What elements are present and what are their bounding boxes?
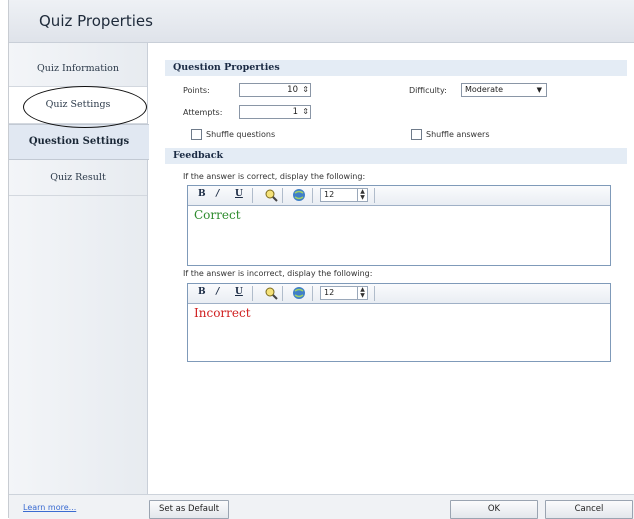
points-label: Points:	[183, 86, 210, 95]
italic-button[interactable]: /	[216, 189, 219, 199]
font-size-stepper[interactable]: 12 ▲ ▼	[320, 188, 368, 202]
window-title: Quiz Properties	[39, 12, 153, 30]
feedback-header: Feedback	[165, 148, 627, 164]
difficulty-value: Moderate	[465, 85, 504, 94]
editor-toolbar: B / U 12 ▲ ▼	[188, 186, 610, 206]
ok-button[interactable]: OK	[450, 500, 538, 519]
shuffle-answers-checkbox[interactable]	[411, 129, 422, 140]
bold-button[interactable]: B	[198, 287, 206, 297]
incorrect-prompt: If the answer is incorrect, display the …	[183, 269, 373, 278]
dialog-footer: Learn more... Set as Default OK Cancel	[9, 494, 634, 519]
incorrect-feedback-text[interactable]: Incorrect	[188, 304, 610, 322]
correct-feedback-text[interactable]: Correct	[188, 206, 610, 224]
italic-button[interactable]: /	[216, 287, 219, 297]
font-size-value: 12	[324, 288, 335, 297]
spin-arrows-icon[interactable]: ▲ ▼	[357, 189, 367, 201]
difficulty-label: Difficulty:	[409, 86, 447, 95]
title-bar: Quiz Properties	[9, 0, 634, 43]
toolbar-separator	[282, 188, 283, 203]
bold-button[interactable]: B	[198, 189, 206, 199]
spin-arrows-icon[interactable]: ▲ ▼	[357, 287, 367, 299]
highlight-ellipse	[23, 86, 147, 128]
shuffle-questions-label: Shuffle questions	[206, 130, 276, 139]
sidebar-item-question-settings[interactable]: Question Settings	[9, 124, 149, 160]
attempts-label: Attempts:	[183, 108, 223, 117]
points-value: 10	[287, 85, 298, 95]
question-settings-panel: Question Properties Points: 10 ⇕ Attempt…	[155, 50, 631, 490]
question-properties-header: Question Properties	[165, 60, 627, 76]
sidebar-item-label: Quiz Result	[50, 172, 106, 183]
font-size-stepper[interactable]: 12 ▲ ▼	[320, 286, 368, 300]
toolbar-separator	[252, 188, 253, 203]
spellcheck-icon[interactable]	[264, 286, 278, 303]
correct-prompt: If the answer is correct, display the fo…	[183, 172, 366, 181]
toolbar-separator	[374, 188, 375, 203]
sidebar-item-quiz-information[interactable]: Quiz Information	[9, 52, 147, 87]
difficulty-select[interactable]: Moderate ▼	[461, 83, 547, 97]
spin-arrows-icon[interactable]: ⇕	[302, 84, 309, 96]
sidebar-item-quiz-result[interactable]: Quiz Result	[9, 161, 147, 196]
shuffle-answers-label: Shuffle answers	[426, 130, 490, 139]
toolbar-separator	[252, 286, 253, 301]
dropdown-arrow-icon: ▼	[536, 86, 542, 94]
insert-link-icon[interactable]	[292, 188, 306, 205]
points-stepper[interactable]: 10 ⇕	[239, 83, 311, 97]
editor-toolbar: B / U 12 ▲ ▼	[188, 284, 610, 304]
spin-arrows-icon[interactable]: ⇕	[302, 106, 309, 118]
toolbar-separator	[312, 188, 313, 203]
correct-feedback-editor[interactable]: B / U 12 ▲ ▼ Correct	[187, 185, 611, 266]
shuffle-questions-checkbox[interactable]	[191, 129, 202, 140]
toolbar-separator	[374, 286, 375, 301]
sidebar-item-label: Question Settings	[28, 136, 130, 147]
toolbar-separator	[312, 286, 313, 301]
cancel-button[interactable]: Cancel	[545, 500, 633, 519]
sidebar-item-label: Quiz Information	[37, 63, 119, 74]
attempts-stepper[interactable]: 1 ⇕	[239, 105, 311, 119]
quiz-properties-window: Quiz Properties Quiz Information Quiz Se…	[8, 0, 634, 519]
incorrect-feedback-editor[interactable]: B / U 12 ▲ ▼ Incorrect	[187, 283, 611, 362]
attempts-value: 1	[292, 107, 298, 117]
underline-button[interactable]: U	[235, 287, 243, 297]
spellcheck-icon[interactable]	[264, 188, 278, 205]
toolbar-separator	[282, 286, 283, 301]
learn-more-link[interactable]: Learn more...	[23, 503, 76, 512]
font-size-value: 12	[324, 190, 335, 199]
set-as-default-button[interactable]: Set as Default	[149, 500, 229, 519]
insert-link-icon[interactable]	[292, 286, 306, 303]
underline-button[interactable]: U	[235, 189, 243, 199]
